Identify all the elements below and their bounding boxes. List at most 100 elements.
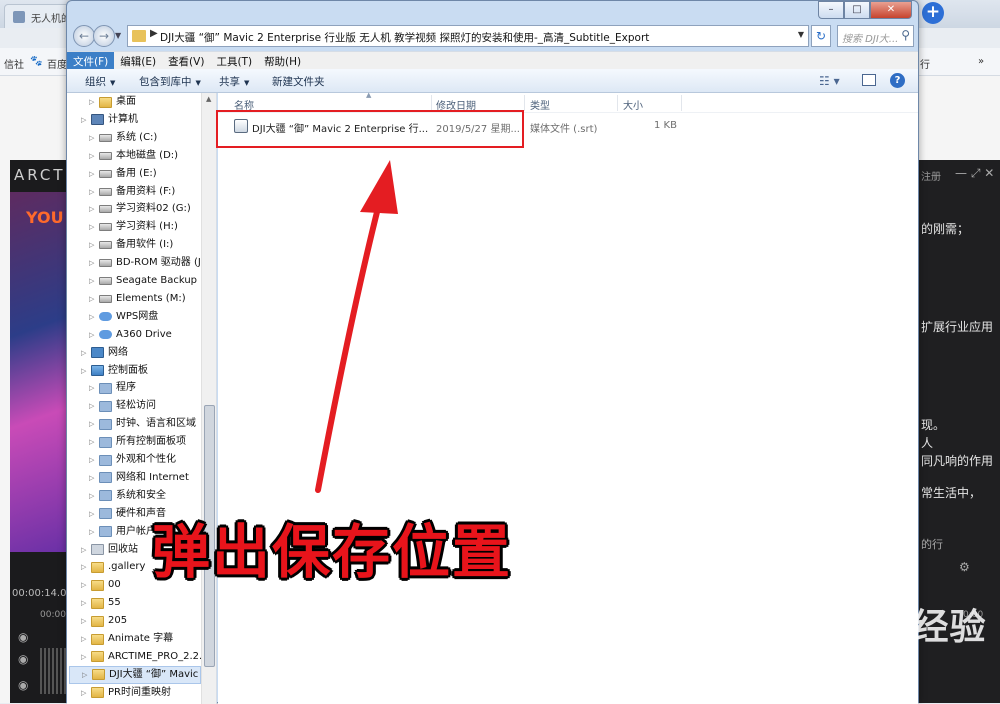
tree-item[interactable]: ▷ 外观和个性化 [89, 451, 176, 469]
tree-item[interactable]: ▷ 备用 (E:) [89, 165, 157, 183]
tree-item[interactable]: ▷ .gallery [81, 558, 145, 576]
refresh-icon[interactable]: ↻ [811, 25, 831, 47]
chevron-down-icon[interactable]: ▼ [798, 30, 804, 39]
preview-pane-icon[interactable] [862, 74, 876, 86]
expand-arrow-icon[interactable]: ▷ [89, 487, 97, 505]
view-options-icon[interactable]: ☷ ▾ [819, 74, 840, 88]
column-type[interactable]: 类型 [530, 97, 550, 112]
tree-item[interactable]: ▷ 本地磁盘 (D:) [89, 147, 178, 165]
tree-item[interactable]: ▷ 回收站 [81, 541, 138, 559]
tree-item[interactable]: ▷ 205 [81, 612, 127, 630]
nav-scrollbar[interactable]: ▲ [201, 93, 216, 704]
expand-arrow-icon[interactable]: ▷ [81, 111, 89, 129]
recent-pages-dropdown[interactable]: ▼ [115, 31, 121, 40]
expand-arrow-icon[interactable]: ▷ [89, 129, 97, 147]
expand-arrow-icon[interactable]: ▷ [89, 308, 97, 326]
column-divider[interactable] [617, 95, 618, 111]
eye-icon[interactable]: ◉ [18, 630, 28, 644]
include-in-library-button[interactable]: 包含到库中 ▼ [139, 74, 201, 89]
expand-arrow-icon[interactable]: ▷ [89, 272, 97, 290]
tree-item[interactable]: ▷ PR时间重映射 [81, 684, 171, 702]
tree-item[interactable]: ▷ DJI大疆 “御” Mavic [69, 665, 201, 684]
menu-help[interactable]: 帮助(H) [258, 52, 307, 69]
expand-arrow-icon[interactable]: ▷ [82, 666, 90, 684]
tree-item[interactable]: ▷ 备用软件 (I:) [89, 236, 173, 254]
new-tab-icon[interactable]: + [922, 2, 944, 24]
expand-arrow-icon[interactable]: ▷ [89, 165, 97, 183]
expand-arrow-icon[interactable]: ▷ [81, 558, 89, 576]
expand-arrow-icon[interactable]: ▷ [81, 684, 89, 702]
tree-item[interactable]: ▷ Elements (M:) [89, 290, 186, 308]
maximize-icon[interactable]: □ [844, 1, 870, 19]
tree-item[interactable]: ▷ 程序 [89, 379, 136, 397]
column-divider[interactable] [431, 95, 432, 111]
tree-item[interactable]: ▷ 用户帐户 [89, 523, 156, 541]
expand-arrow-icon[interactable]: ▷ [89, 523, 97, 541]
expand-arrow-icon[interactable]: ▷ [81, 344, 89, 362]
column-divider[interactable] [524, 95, 525, 111]
expand-arrow-icon[interactable]: ▷ [89, 290, 97, 308]
chevron-right-icon[interactable]: ▶ [150, 28, 158, 39]
address-bar[interactable]: ▶ DJI大疆 “御” Mavic 2 Enterprise 行业版 无人机 教… [127, 25, 809, 47]
expand-arrow-icon[interactable]: ▷ [89, 200, 97, 218]
tree-item[interactable]: ▷ 55 [81, 594, 121, 612]
tree-item[interactable]: ▷ ARCTIME_PRO_2.2.1_ [81, 648, 214, 666]
organize-button[interactable]: 组织 ▼ [85, 74, 115, 89]
expand-arrow-icon[interactable]: ▷ [81, 648, 89, 666]
menu-tools[interactable]: 工具(T) [210, 52, 258, 69]
tree-item[interactable]: ▷ 网络 [81, 344, 128, 362]
tree-item[interactable]: ▷ 控制面板 [81, 362, 148, 380]
eye-icon[interactable]: ◉ [18, 652, 28, 666]
expand-arrow-icon[interactable]: ▷ [89, 379, 97, 397]
tree-item[interactable]: ▷ A360 Drive [89, 326, 172, 344]
forward-arrow-icon[interactable]: → [93, 25, 115, 47]
eye-icon[interactable]: ◉ [18, 678, 28, 692]
tree-item[interactable]: ▷ 所有控制面板项 [89, 433, 186, 451]
bookmark[interactable]: 百度 [47, 56, 67, 71]
new-folder-button[interactable]: 新建文件夹 [272, 74, 325, 89]
bookmark[interactable]: 信社 [4, 56, 24, 71]
expand-arrow-icon[interactable]: ▷ [89, 397, 97, 415]
tree-item[interactable]: ▷ 桌面 [89, 93, 136, 111]
column-divider[interactable] [681, 95, 682, 111]
help-icon[interactable]: ? [890, 73, 905, 88]
expand-arrow-icon[interactable]: ▷ [89, 218, 97, 236]
bookmark[interactable]: 行 [920, 56, 930, 71]
expand-arrow-icon[interactable]: ▷ [89, 451, 97, 469]
expand-arrow-icon[interactable]: ▷ [81, 541, 89, 559]
expand-arrow-icon[interactable]: ▷ [81, 362, 89, 380]
tree-item[interactable]: ▷ 时钟、语言和区域 [89, 415, 196, 433]
bookmarks-overflow[interactable]: » [978, 56, 984, 67]
scroll-up-icon[interactable]: ▲ [206, 95, 211, 103]
menu-view[interactable]: 查看(V) [162, 52, 210, 69]
share-button[interactable]: 共享 ▼ [219, 74, 249, 89]
address-path[interactable]: DJI大疆 “御” Mavic 2 Enterprise 行业版 无人机 教学视… [160, 30, 649, 45]
expand-arrow-icon[interactable]: ▷ [89, 147, 97, 165]
window-controls-icon[interactable]: — ⤢ ✕ [955, 166, 994, 181]
tree-item[interactable]: ▷ 网络和 Internet [89, 469, 189, 487]
tree-item[interactable]: ▷ 00 [81, 576, 121, 594]
expand-arrow-icon[interactable]: ▷ [89, 326, 97, 344]
expand-arrow-icon[interactable]: ▷ [81, 576, 89, 594]
expand-arrow-icon[interactable]: ▷ [89, 93, 97, 111]
tree-item[interactable]: ▷ 学习资料02 (G:) [89, 200, 191, 218]
expand-arrow-icon[interactable]: ▷ [89, 183, 97, 201]
tree-item[interactable]: ▷ BD-ROM 驱动器 (J:) [89, 254, 208, 272]
search-input[interactable]: 搜索 DJI大... ⚲ [837, 25, 914, 47]
menu-edit[interactable]: 编辑(E) [114, 52, 162, 69]
minimize-icon[interactable]: – [818, 1, 844, 19]
column-size[interactable]: 大小 [623, 97, 643, 112]
tree-item[interactable]: ▷ 系统和安全 [89, 487, 166, 505]
expand-arrow-icon[interactable]: ▷ [89, 469, 97, 487]
gear-icon[interactable]: ⚙ [959, 560, 970, 574]
expand-arrow-icon[interactable]: ▷ [89, 236, 97, 254]
expand-arrow-icon[interactable]: ▷ [89, 505, 97, 523]
tree-item[interactable]: ▷ 备用资料 (F:) [89, 183, 175, 201]
tree-item[interactable]: ▷ 轻松访问 [89, 397, 156, 415]
register-link[interactable]: 注册 [921, 168, 941, 183]
expand-arrow-icon[interactable]: ▷ [81, 612, 89, 630]
back-arrow-icon[interactable]: ← [73, 25, 95, 47]
menu-file[interactable]: 文件(F) [67, 52, 115, 69]
expand-arrow-icon[interactable]: ▷ [89, 254, 97, 272]
close-icon[interactable]: ✕ [870, 1, 912, 19]
